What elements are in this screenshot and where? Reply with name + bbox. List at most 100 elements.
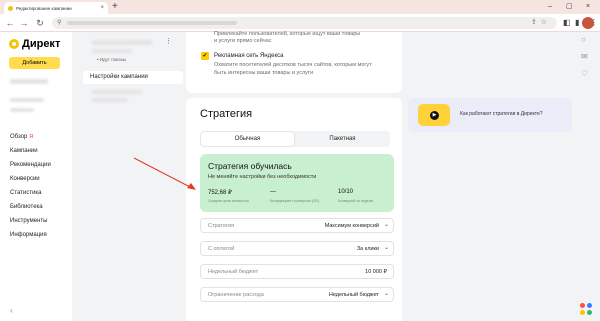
more-options-icon[interactable]: ⋮ [165,38,172,45]
tab-title: Редактирование кампании [16,5,72,11]
nav-item-library[interactable]: Библиотека [10,200,51,214]
nav-item-campaigns[interactable]: Кампании [10,144,51,158]
field-value: За клики [356,246,379,252]
main-content: Привлекайте пользователей, которые ищут … [186,31,402,321]
strategy-title: Стратегия [200,108,253,120]
maximize-button[interactable]: ▢ [566,1,573,13]
yan-desc-line-1: Охватите посетителей десятков тысяч сайт… [214,62,372,68]
collapse-sidebar-icon[interactable]: ‹ [10,306,13,315]
forward-button[interactable]: → [18,17,30,29]
right-rail: ○ ✉ ♡ [572,32,600,321]
redacted-account [10,79,48,84]
browser-toolbar: ← → ↻ ⚲ ⇪☆ ◧ ▮ ⋮ [0,14,600,32]
bookmark-star-icon[interactable]: ⇪☆ [531,18,551,28]
search-desc-line-1: Привлекайте пользователей, которые ищут … [214,31,361,37]
promo-text: Как работают стратегии в Директе? [460,111,543,117]
nav-item-tools[interactable]: Инструменты [10,214,51,228]
status-subtitle: Не меняйте настройки без необходимости [208,174,317,180]
browser-tabstrip: Редактирование кампании × + – ▢ × [0,0,600,14]
field-label: Недельный бюджет [208,269,259,275]
metric-cr-value: — [270,189,276,195]
direct-logo-icon [9,39,19,49]
chevron-down-icon: ⌄ [383,245,389,251]
metric-cr-label: Коэффициент конверсии (CR) [270,199,320,203]
payment-select[interactable]: С оплатой За клики ⌄ [200,241,394,256]
yandex-badge-icon: Я [29,134,33,140]
redacted-group-2 [92,98,128,102]
site-info-icon[interactable]: ⚲ [57,19,64,27]
strategy-mode-switch: Обычная Пакетная [200,131,390,147]
avatar[interactable] [582,17,594,29]
play-icon: ▶ [430,111,439,120]
campaign-status: • Идут показы [97,57,127,62]
yan-desc-line-2: быть интересны ваши товары и услуги [214,70,314,76]
video-thumbnail: ▶ [418,104,450,126]
arrow-head [187,183,196,190]
field-value: Максимум конверсий [324,223,379,229]
metric-conversions-label: Конверсий за неделю [338,199,374,203]
tab-regular[interactable]: Обычная [201,132,294,146]
back-button[interactable]: ← [4,17,16,29]
reload-button[interactable]: ↻ [34,17,46,29]
nav-label: Обзор [10,134,28,140]
browser-tab[interactable]: Редактирование кампании × [4,2,108,14]
redacted-balance-sub [10,108,34,112]
tab-package[interactable]: Пакетная [296,132,389,146]
nav-item-info[interactable]: Информация [10,228,51,242]
window-close-button[interactable]: × [586,1,590,13]
apps-dot [587,303,592,308]
close-tab-icon[interactable]: × [100,5,104,11]
redacted-campaign-name [92,40,152,45]
address-bar[interactable]: ⚲ ⇪☆ [52,17,557,29]
nav-item-conversions[interactable]: Конверсии [10,172,51,186]
favicon-icon [8,5,13,11]
spend-limit-select[interactable]: Ограничение расхода Недельный бюджет ⌄ [200,287,394,302]
main-menu: Обзор Я Кампании Рекомендации Конверсии С… [10,130,51,242]
profile-circle-icon[interactable]: ○ [581,35,586,45]
add-button[interactable]: Добавить [9,57,60,69]
metric-cpa-value: 752,68 ₽ [208,190,232,196]
new-tab-button[interactable]: + [112,1,118,13]
field-label: С оплатой [208,246,235,252]
status-title: Стратегия обучилась [208,161,292,171]
metric-conversions-value: 10/10 [338,189,354,195]
search-desc-line-2: и услуги прямо сейчас [214,38,272,44]
strategy-video-promo[interactable]: ▶ Как работают стратегии в Директе? [408,98,572,132]
apps-grid-icon[interactable] [580,303,592,315]
yan-checkbox-label[interactable]: Рекламная сеть Яндекса [214,53,284,59]
extensions-icon[interactable]: ◧ [563,17,571,29]
chevron-down-icon: ⌄ [383,291,389,297]
field-value: 10 000 ₽ [365,269,387,275]
redacted-balance [10,98,44,102]
placement-card: Привлекайте пользователей, которые ищут … [186,31,402,93]
favorites-icon[interactable]: ♡ [581,69,588,79]
direct-logo[interactable]: Директ [9,38,60,50]
apps-dot [580,303,585,308]
subnav-item-settings[interactable]: Настройки кампании [83,71,183,84]
address-url-redacted [67,21,237,25]
nav-item-recommendations[interactable]: Рекомендации [10,158,51,172]
field-value: Недельный бюджет [328,292,379,298]
field-label: Стратегия [208,223,235,229]
weekly-budget-input[interactable]: Недельный бюджет 10 000 ₽ [200,264,394,279]
annotation-arrow [133,157,196,190]
redacted-group [92,90,142,94]
chevron-down-icon: ⌄ [383,222,389,228]
strategy-card: Стратегия Обычная Пакетная Стратегия обу… [186,98,402,321]
apps-dot [587,310,592,315]
minimize-button[interactable]: – [548,1,552,13]
yan-checkbox[interactable]: ✓ [201,52,209,60]
apps-dot [580,310,585,315]
metric-cpa-label: Средняя цена конверсии [208,199,249,203]
app-container: Директ Добавить Обзор Я Кампании Рекоменд… [0,31,600,321]
strategy-status-panel: Стратегия обучилась Не меняйте настройки… [200,154,394,212]
side-panel-icon[interactable]: ▮ [575,17,579,29]
redacted-campaign-id [92,49,132,53]
nav-item-statistics[interactable]: Статистика [10,186,51,200]
nav-item-overview[interactable]: Обзор Я [10,130,51,144]
strategy-select[interactable]: Стратегия Максимум конверсий ⌄ [200,218,394,233]
logo-text: Директ [22,38,61,50]
chat-icon[interactable]: ✉ [581,52,588,62]
left-navigation: Директ Добавить Обзор Я Кампании Рекоменд… [0,32,72,321]
field-label: Ограничение расхода [208,292,264,298]
